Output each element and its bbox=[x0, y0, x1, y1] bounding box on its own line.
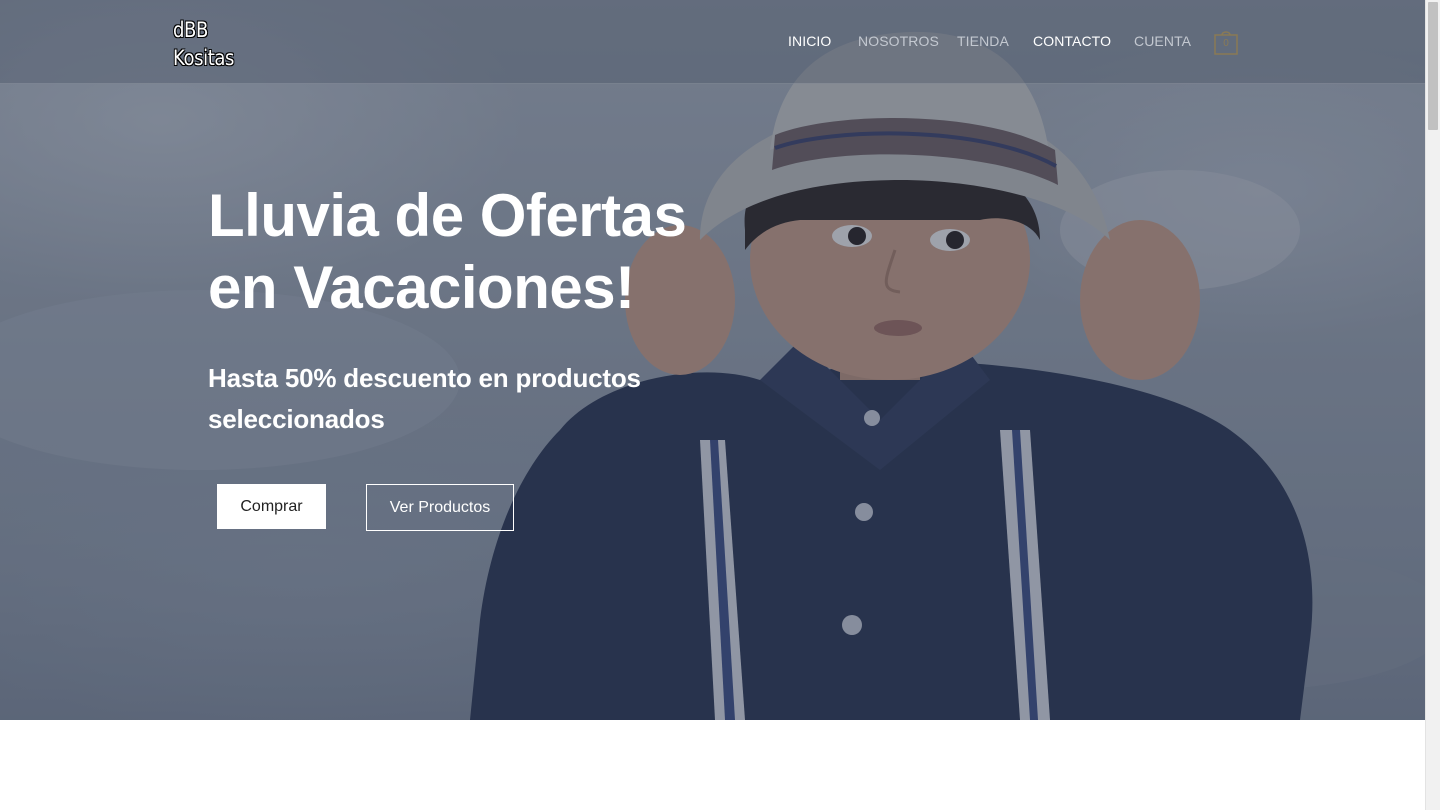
hero-subtitle-line: seleccionados bbox=[208, 404, 385, 434]
nav-item-contacto[interactable]: CONTACTO bbox=[1033, 33, 1111, 53]
logo-line: dBB bbox=[173, 18, 208, 42]
scrollbar-thumb[interactable] bbox=[1428, 2, 1438, 130]
nav-item-cuenta[interactable]: CUENTA bbox=[1134, 33, 1191, 53]
vertical-scrollbar[interactable] bbox=[1425, 0, 1440, 810]
hero-title-line: Lluvia de Ofertas bbox=[208, 182, 687, 249]
site-header: dBB Kositas INICIO NOSOTROS TIENDA CONTA… bbox=[0, 0, 1425, 84]
comprar-button[interactable]: Comprar bbox=[217, 484, 326, 529]
hero-section: Lluvia de Ofertas en Vacaciones! Hasta 5… bbox=[0, 0, 1425, 720]
page: Lluvia de Ofertas en Vacaciones! Hasta 5… bbox=[0, 0, 1425, 810]
site-logo[interactable]: dBB Kositas bbox=[173, 16, 242, 72]
logo-line: Kositas bbox=[173, 46, 234, 70]
hero-title-line: en Vacaciones! bbox=[208, 254, 635, 321]
cart-count: 0 bbox=[1223, 38, 1229, 49]
hero-title: Lluvia de Ofertas en Vacaciones! bbox=[208, 180, 728, 324]
nav-item-tienda[interactable]: TIENDA bbox=[957, 33, 1009, 53]
nav-item-nosotros[interactable]: NOSOTROS bbox=[858, 33, 939, 53]
hero-subtitle: Hasta 50% descuento en productos selecci… bbox=[208, 358, 708, 440]
ver-productos-button[interactable]: Ver Productos bbox=[366, 484, 514, 531]
hero-subtitle-line: Hasta 50% descuento en productos bbox=[208, 363, 641, 393]
nav-item-inicio[interactable]: INICIO bbox=[788, 33, 831, 53]
cart-button[interactable]: 0 bbox=[1214, 29, 1238, 55]
